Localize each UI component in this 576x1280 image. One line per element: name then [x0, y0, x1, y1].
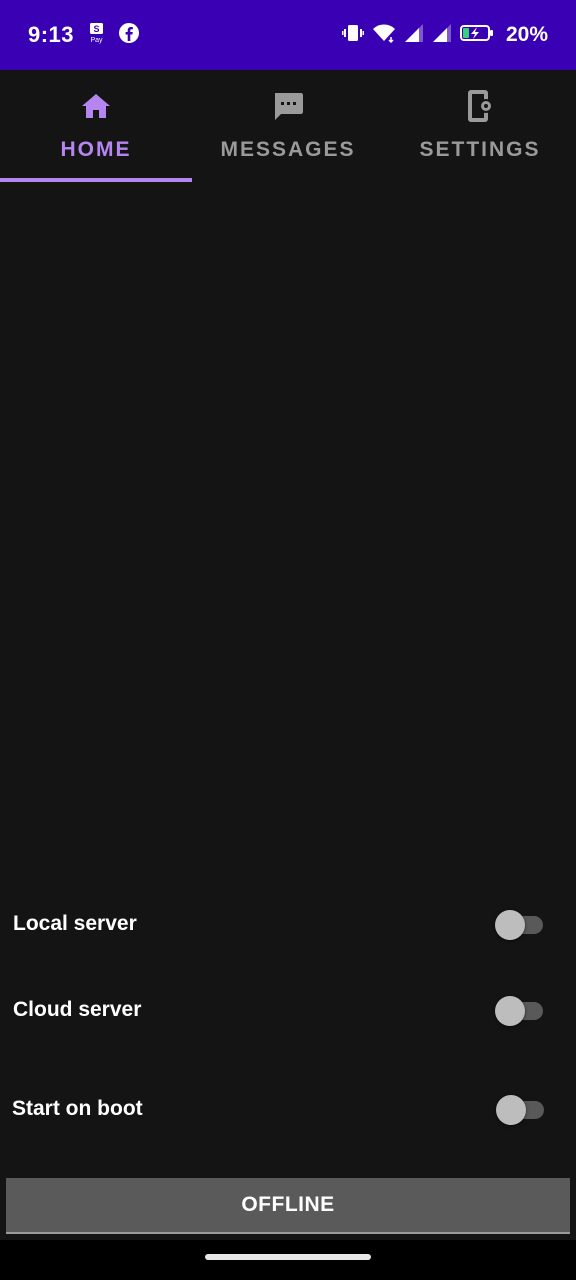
- settings-phone-icon: [464, 90, 496, 122]
- status-left-icons: S Pay: [88, 22, 140, 49]
- home-gesture-handle[interactable]: [205, 1254, 371, 1260]
- tab-bar: HOME MESSAGES SETTINGS: [0, 70, 576, 182]
- tab-home[interactable]: HOME: [0, 70, 192, 182]
- offline-button[interactable]: OFFLINE: [6, 1178, 570, 1234]
- cloud-server-label: Cloud server: [13, 998, 142, 1021]
- facebook-icon: [118, 22, 140, 49]
- offline-button-label: OFFLINE: [241, 1193, 335, 1216]
- tab-messages[interactable]: MESSAGES: [192, 70, 384, 182]
- start-on-boot-label: Start on boot: [12, 1097, 143, 1120]
- battery-percent: 20%: [505, 23, 548, 46]
- local-server-row: Local server: [0, 899, 576, 949]
- wifi-icon: [372, 23, 396, 48]
- local-server-switch[interactable]: [495, 908, 545, 940]
- status-bar: 9:13 S Pay 20%: [0, 0, 576, 70]
- signal-icon: [404, 23, 424, 48]
- home-icon: [80, 90, 112, 122]
- tab-settings[interactable]: SETTINGS: [384, 70, 576, 182]
- switch-thumb: [495, 910, 525, 940]
- start-on-boot-row: Start on boot: [0, 1084, 576, 1134]
- tab-home-label: HOME: [60, 138, 132, 161]
- system-nav-bar: [0, 1240, 576, 1280]
- switch-thumb: [495, 996, 525, 1026]
- cloud-server-row: Cloud server: [0, 985, 576, 1035]
- start-on-boot-switch[interactable]: [496, 1093, 546, 1125]
- svg-text:S: S: [94, 24, 100, 34]
- message-icon: [272, 90, 304, 122]
- status-time: 9:13: [28, 22, 75, 47]
- status-right-icons: 20%: [341, 23, 548, 48]
- svg-text:Pay: Pay: [91, 37, 104, 44]
- cloud-server-switch[interactable]: [495, 994, 545, 1026]
- vibrate-icon: [341, 23, 364, 48]
- pay-icon: S Pay: [88, 22, 106, 49]
- battery-charging-icon: [459, 23, 494, 48]
- local-server-label: Local server: [13, 912, 137, 935]
- switch-thumb: [496, 1095, 526, 1125]
- tab-messages-label: MESSAGES: [220, 138, 356, 161]
- signal-icon: [432, 23, 452, 48]
- tab-settings-label: SETTINGS: [419, 138, 541, 161]
